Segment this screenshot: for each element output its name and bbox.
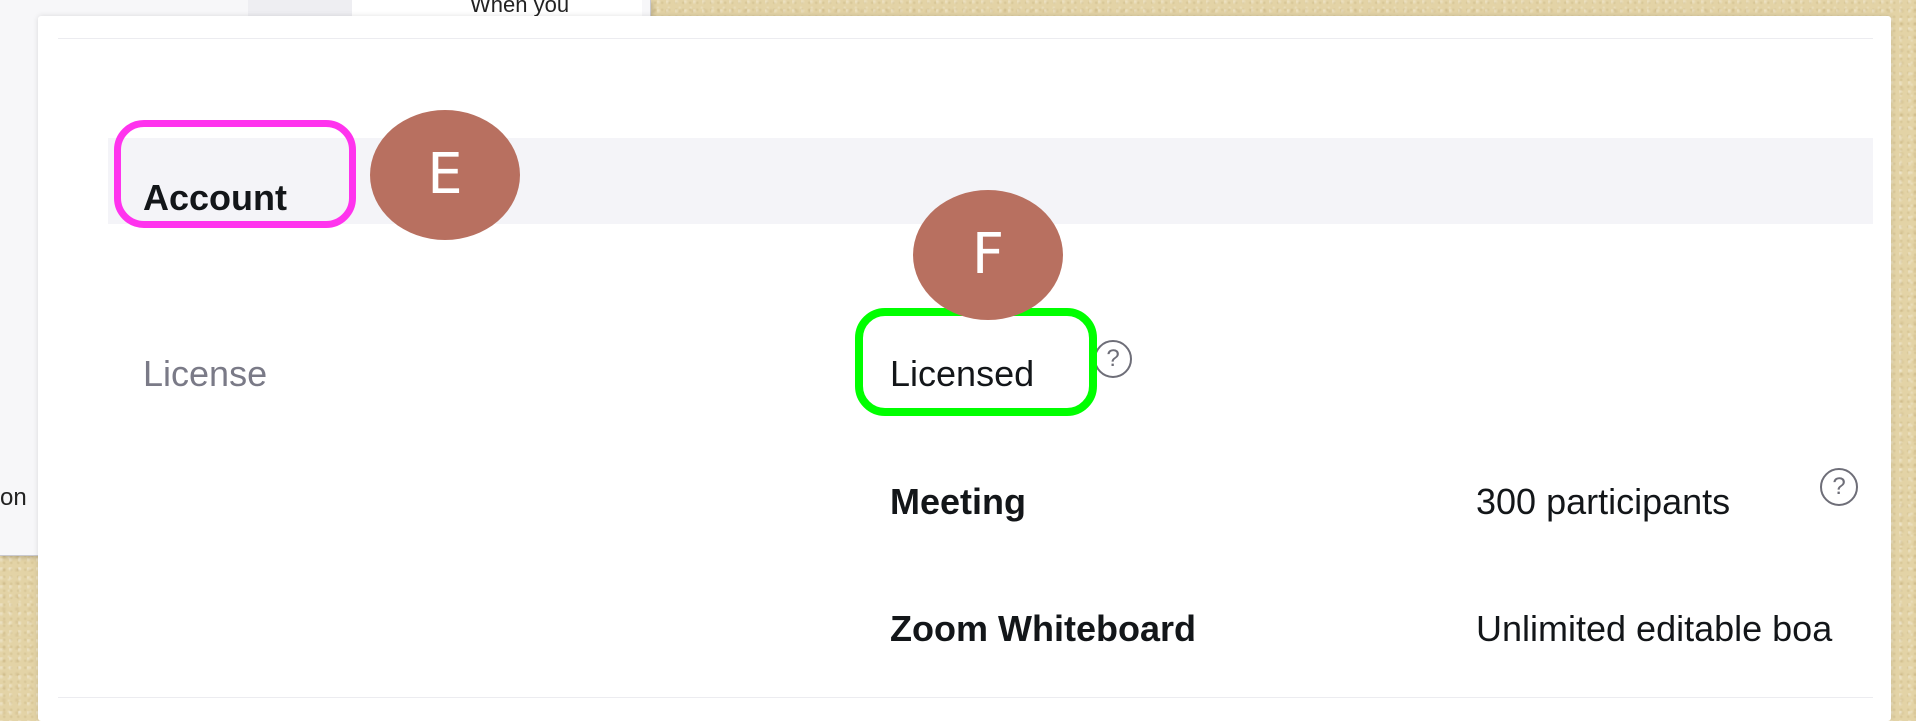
background-text-snippet: on	[0, 484, 27, 511]
background-column	[248, 0, 352, 16]
license-label: License	[143, 353, 268, 394]
annotation-marker-f: F	[913, 190, 1063, 320]
feature-name-whiteboard: Zoom Whiteboard	[890, 608, 1196, 649]
highlight-box-account	[114, 120, 356, 228]
divider	[58, 38, 1873, 39]
feature-value-meeting: 300 participants	[1476, 481, 1731, 522]
feature-value-whiteboard: Unlimited editable boa	[1476, 608, 1833, 649]
question-circle-icon[interactable]: ?	[1820, 468, 1858, 506]
question-circle-icon[interactable]: ?	[1094, 340, 1132, 378]
feature-name-meeting: Meeting	[890, 481, 1027, 522]
divider	[58, 697, 1873, 698]
annotation-marker-e: E	[370, 110, 520, 240]
highlight-box-licensed	[855, 308, 1097, 416]
